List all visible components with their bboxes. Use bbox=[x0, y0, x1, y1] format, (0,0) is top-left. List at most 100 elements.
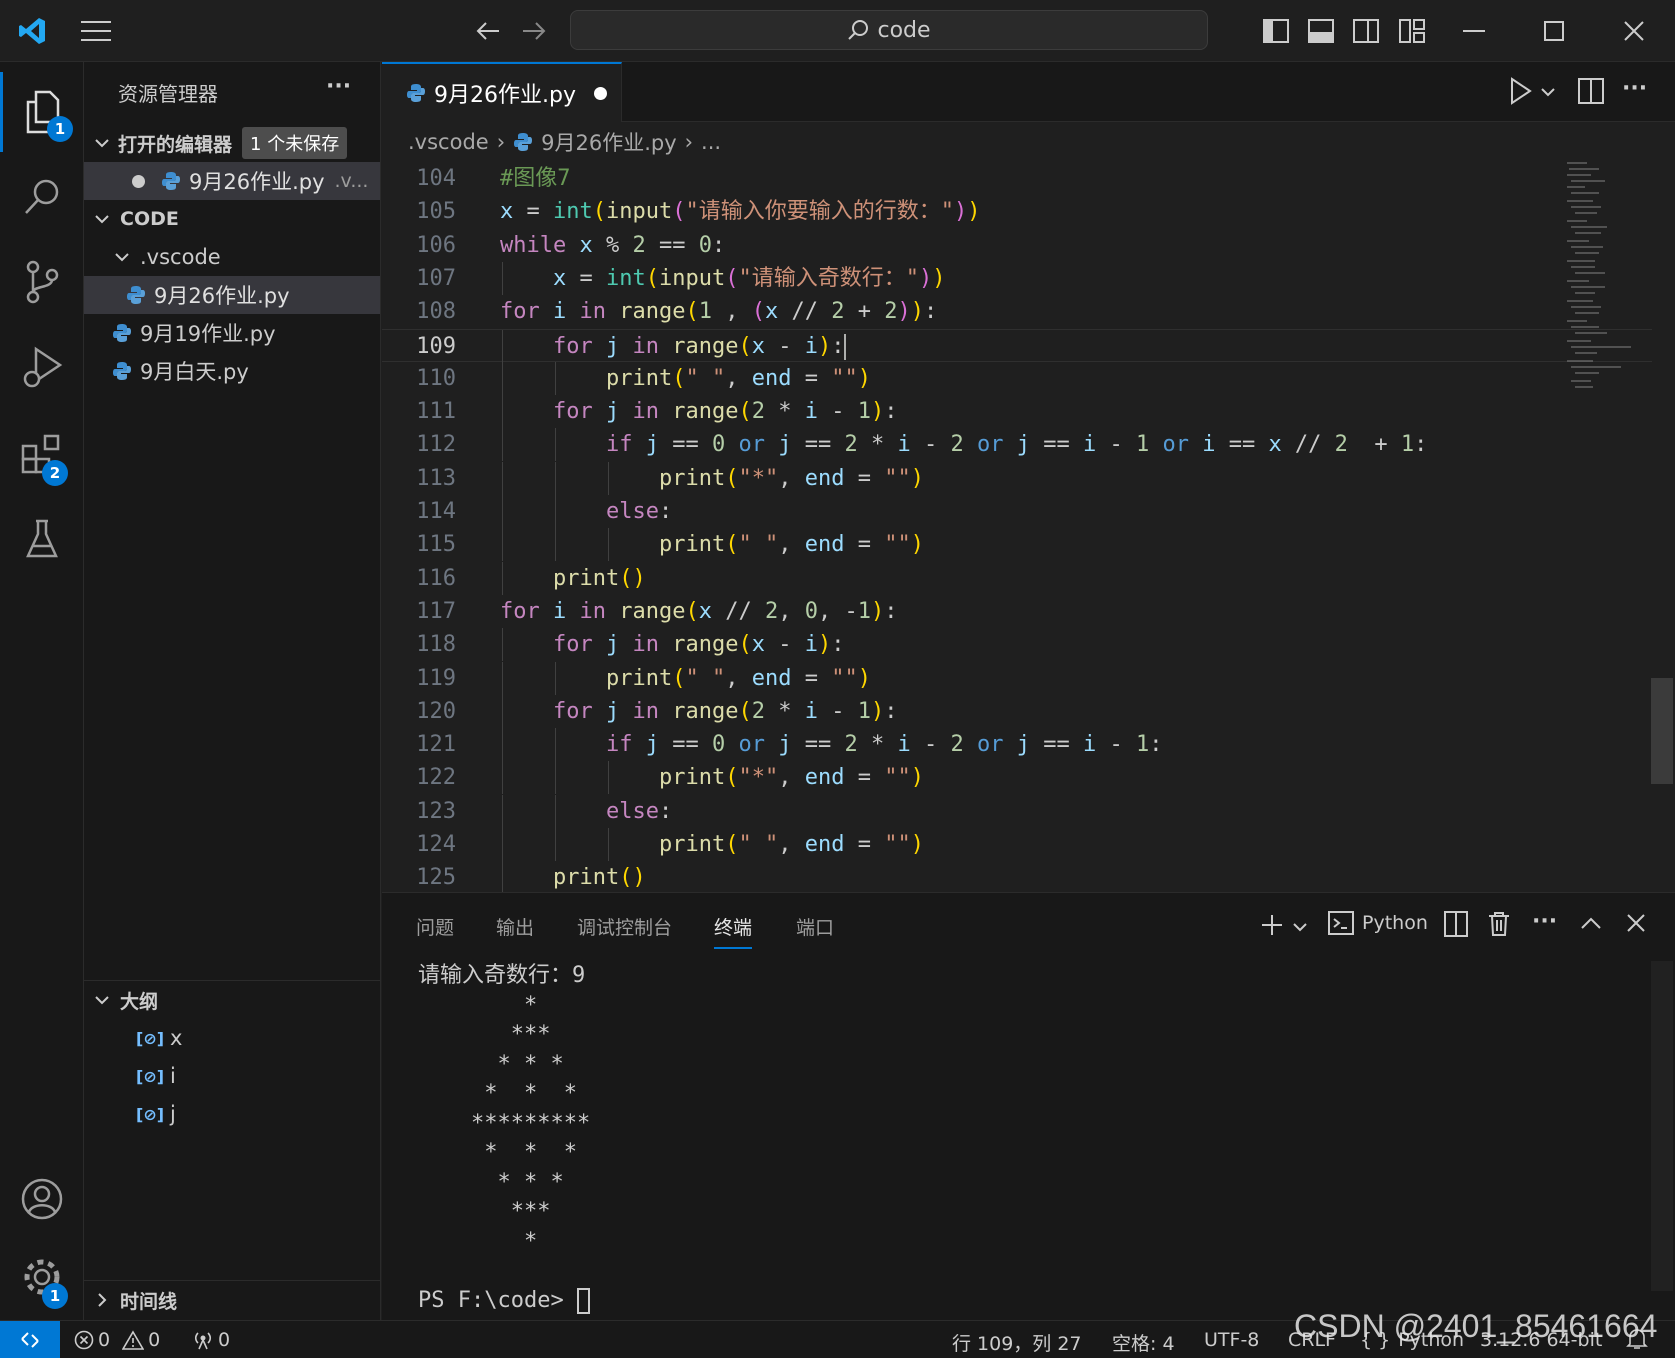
outline-item[interactable]: [⊘] j bbox=[84, 1095, 380, 1133]
file-item[interactable]: 9月白天.py bbox=[84, 352, 380, 390]
code-line[interactable]: 113 print("*", end = "") bbox=[382, 461, 1652, 495]
code-line[interactable]: 117 for i in range(x // 2, 0, -1): bbox=[382, 595, 1652, 628]
code-line[interactable]: 112 if j == 0 or j == 2 * i - 2 or j == i… bbox=[382, 428, 1652, 462]
menu-icon[interactable] bbox=[78, 12, 114, 50]
code-line[interactable]: 105 x = int(input("请输入你要输入的行数：")) bbox=[382, 195, 1652, 228]
workspace-section[interactable]: CODE bbox=[84, 200, 380, 238]
code-line[interactable]: 110 print(" ", end = "") bbox=[382, 361, 1652, 395]
tab-9-26-py[interactable]: 9月26作业.py bbox=[382, 62, 622, 122]
code-line[interactable]: 122 print("*", end = "") bbox=[382, 761, 1652, 795]
problems-status[interactable]: 0 0 bbox=[74, 1329, 160, 1351]
folder-vscode[interactable]: .vscode bbox=[84, 238, 380, 276]
run-dropdown-chevron-icon[interactable] bbox=[1540, 84, 1556, 103]
outline-item[interactable]: [⊘] x bbox=[84, 1019, 380, 1057]
ports-status[interactable]: 0 bbox=[192, 1329, 230, 1351]
close-panel-icon[interactable] bbox=[1626, 913, 1646, 937]
code-line[interactable]: 104 #图像7 bbox=[382, 162, 1652, 195]
explorer-icon[interactable]: 1 bbox=[0, 72, 84, 152]
panel-more-actions-icon[interactable]: ··· bbox=[1532, 909, 1557, 934]
code-text: for i in range(x // 2, 0, -1): bbox=[500, 598, 898, 624]
code-editor[interactable]: 104 #图像7 105 x = int(input("请输入你要输入的行数：")) 1… bbox=[382, 162, 1675, 892]
editor-scrollbar[interactable] bbox=[1651, 678, 1673, 784]
indent-guide bbox=[502, 461, 503, 495]
code-line[interactable]: 121 if j == 0 or j == 2 * i - 2 or j == i… bbox=[382, 728, 1652, 762]
code-line[interactable]: 123 else: bbox=[382, 794, 1652, 828]
toggle-primary-sidebar-icon[interactable] bbox=[1258, 12, 1294, 50]
split-editor-icon[interactable] bbox=[1578, 78, 1604, 108]
remote-indicator-icon[interactable] bbox=[0, 1321, 60, 1358]
indent-guide bbox=[608, 761, 609, 795]
encoding[interactable]: UTF-8 bbox=[1204, 1329, 1259, 1351]
open-editor-item[interactable]: 9月26作业.py .v... bbox=[84, 162, 380, 200]
terminal-output[interactable]: 请输入奇数行：9 * *** * * * * * * ********* * *… bbox=[418, 961, 590, 1315]
toggle-secondary-sidebar-icon[interactable] bbox=[1348, 12, 1384, 50]
forward-arrow-icon[interactable] bbox=[516, 12, 552, 50]
tab-terminal[interactable]: 终端 bbox=[714, 913, 753, 949]
minimize-icon[interactable] bbox=[1456, 12, 1492, 50]
kill-terminal-trash-icon[interactable] bbox=[1488, 911, 1510, 941]
code-text: for i in range(1 , (x // 2 + 2)): bbox=[500, 299, 938, 325]
code-line[interactable]: 118 for j in range(x - i): bbox=[382, 628, 1652, 662]
search-icon[interactable] bbox=[0, 157, 84, 237]
maximize-panel-chevron-up-icon[interactable] bbox=[1580, 915, 1602, 935]
tab-debug-console[interactable]: 调试控制台 bbox=[577, 913, 672, 949]
code-text: print() bbox=[553, 565, 646, 591]
testing-flask-icon[interactable] bbox=[0, 499, 84, 579]
code-line[interactable]: 116 print() bbox=[382, 561, 1652, 595]
code-line[interactable]: 107 x = int(input("请输入奇数行：")) bbox=[382, 261, 1652, 295]
code-line[interactable]: 120 for j in range(2 * i - 1): bbox=[382, 694, 1652, 728]
terminal-instance[interactable]: Python bbox=[1328, 911, 1428, 935]
close-window-icon[interactable] bbox=[1616, 12, 1652, 50]
editor-more-actions-icon[interactable]: ··· bbox=[1622, 76, 1647, 101]
tab-ports[interactable]: 端口 bbox=[796, 913, 834, 949]
accounts-icon[interactable] bbox=[0, 1159, 84, 1239]
code-line[interactable]: 115 print(" ", end = "") bbox=[382, 528, 1652, 562]
file-item[interactable]: 9月26作业.py bbox=[84, 276, 380, 314]
code-line[interactable]: 111 for j in range(2 * i - 1): bbox=[382, 395, 1652, 429]
tab-output[interactable]: 输出 bbox=[496, 913, 534, 949]
unsaved-dot-icon[interactable] bbox=[593, 86, 607, 100]
line-number: 120 bbox=[416, 698, 456, 724]
error-icon bbox=[74, 1330, 94, 1350]
breadcrumb-symbol[interactable]: ... bbox=[701, 130, 721, 154]
bottom-panel: 问题 输出 调试控制台 终端 端口 Python ··· 请输入奇数行：9 * … bbox=[382, 892, 1675, 1320]
back-arrow-icon[interactable] bbox=[470, 12, 506, 50]
code-line[interactable]: 106 while x % 2 == 0: bbox=[382, 229, 1652, 262]
indentation[interactable]: 空格: 4 bbox=[1112, 1329, 1175, 1356]
maximize-icon[interactable] bbox=[1536, 12, 1572, 50]
breadcrumb-file[interactable]: 9月26作业.py bbox=[541, 127, 677, 157]
timeline-section[interactable]: 时间线 bbox=[84, 1281, 380, 1319]
file-item[interactable]: 9月19作业.py bbox=[84, 314, 380, 352]
code-line[interactable]: 124 print(" ", end = "") bbox=[382, 828, 1652, 861]
code-text: print(" ", end = "") bbox=[659, 832, 924, 857]
outline-item[interactable]: [⊘] i bbox=[84, 1057, 380, 1095]
cursor-position[interactable]: 行 109，列 27 bbox=[952, 1329, 1082, 1356]
code-line[interactable]: 125 print() bbox=[382, 861, 1652, 892]
breadcrumb-folder[interactable]: .vscode bbox=[408, 130, 489, 154]
settings-gear-icon[interactable]: 1 bbox=[0, 1237, 84, 1317]
run-python-file-icon[interactable] bbox=[1508, 76, 1534, 110]
customize-layout-icon[interactable] bbox=[1394, 12, 1430, 50]
toggle-panel-icon[interactable] bbox=[1303, 12, 1339, 50]
run-and-debug-icon[interactable] bbox=[0, 327, 84, 407]
minimap[interactable] bbox=[1565, 160, 1635, 410]
code-line[interactable]: 109 for j in range(x - i): bbox=[382, 328, 1652, 363]
source-control-icon[interactable] bbox=[0, 242, 84, 322]
line-number: 104 bbox=[416, 166, 456, 191]
split-terminal-icon[interactable] bbox=[1444, 911, 1468, 941]
new-terminal-plus-icon[interactable] bbox=[1260, 913, 1284, 941]
open-editors-title: 打开的编辑器 bbox=[118, 133, 233, 156]
outline-section[interactable]: 大纲 bbox=[84, 981, 380, 1019]
command-center-search[interactable]: code bbox=[570, 10, 1208, 50]
tab-problems[interactable]: 问题 bbox=[416, 913, 454, 949]
open-editors-section[interactable]: 打开的编辑器 1 个未保存 bbox=[84, 124, 380, 162]
extensions-icon[interactable]: 2 bbox=[0, 414, 84, 494]
line-number: 107 bbox=[416, 265, 456, 291]
code-line[interactable]: 119 print(" ", end = "") bbox=[382, 661, 1652, 695]
terminal-dropdown-chevron-icon[interactable] bbox=[1292, 919, 1308, 938]
terminal-scrollbar[interactable] bbox=[1651, 961, 1673, 1291]
code-line[interactable]: 108 for i in range(1 , (x // 2 + 2)): bbox=[382, 295, 1652, 328]
code-line[interactable]: 114 else: bbox=[382, 495, 1652, 528]
indent-guide bbox=[555, 361, 556, 395]
sidebar-more-actions-button[interactable]: ··· bbox=[326, 74, 351, 99]
